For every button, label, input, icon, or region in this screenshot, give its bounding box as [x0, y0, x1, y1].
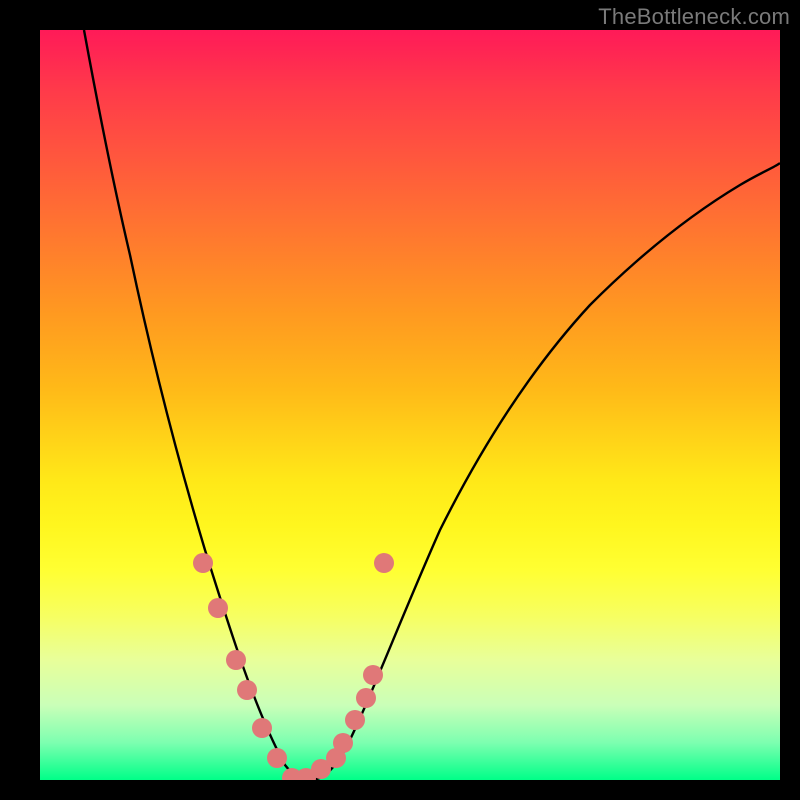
- data-point: [226, 650, 246, 670]
- data-point: [356, 688, 376, 708]
- bottleneck-curve: [84, 30, 780, 780]
- data-point: [345, 710, 365, 730]
- marker-group: [193, 553, 394, 780]
- chart-frame: TheBottleneck.com: [0, 0, 800, 800]
- data-point: [193, 553, 213, 573]
- data-point: [374, 553, 394, 573]
- curve-path-group: [84, 30, 780, 780]
- data-point: [208, 598, 228, 618]
- watermark-text: TheBottleneck.com: [598, 4, 790, 30]
- data-point: [363, 665, 383, 685]
- data-point: [237, 680, 257, 700]
- data-point: [252, 718, 272, 738]
- data-point: [333, 733, 353, 753]
- data-point: [267, 748, 287, 768]
- chart-svg: [40, 30, 780, 780]
